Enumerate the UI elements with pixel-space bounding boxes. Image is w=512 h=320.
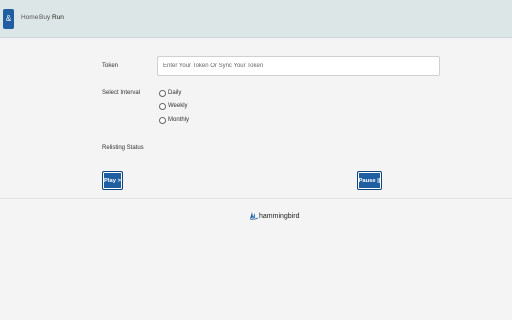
- footer-logo-text: hammingbird: [259, 212, 300, 220]
- bird-icon: [249, 212, 259, 220]
- relisting-status-label: Relisting Status: [102, 145, 144, 151]
- radio-weekly[interactable]: Weekly: [159, 102, 188, 110]
- radio-circle-icon[interactable]: [159, 116, 166, 124]
- radio-circle-icon[interactable]: [159, 89, 166, 97]
- token-label: Token: [102, 63, 119, 69]
- token-input[interactable]: [157, 56, 440, 76]
- nav-link-run[interactable]: Run: [52, 14, 64, 21]
- play-button[interactable]: Play >: [102, 171, 123, 190]
- radio-label-daily: Daily: [168, 90, 182, 96]
- nav-link-home[interactable]: Home: [21, 14, 38, 21]
- radio-daily[interactable]: Daily: [159, 89, 181, 97]
- nav-link-buy[interactable]: Buy: [39, 14, 50, 21]
- navbar: & Home Buy Run: [0, 0, 512, 38]
- divider: [0, 198, 512, 199]
- page: & Home Buy Run Token Select Interval Dai…: [0, 0, 512, 320]
- footer-logo: hammingbird: [249, 211, 299, 221]
- radio-circle-icon[interactable]: [159, 102, 166, 110]
- pause-button[interactable]: Pause ||: [357, 171, 382, 190]
- radio-monthly[interactable]: Monthly: [159, 116, 189, 124]
- interval-label: Select Interval: [102, 90, 141, 96]
- brand-button[interactable]: &: [3, 9, 14, 29]
- radio-label-weekly: Weekly: [168, 103, 188, 109]
- radio-label-monthly: Monthly: [168, 117, 190, 123]
